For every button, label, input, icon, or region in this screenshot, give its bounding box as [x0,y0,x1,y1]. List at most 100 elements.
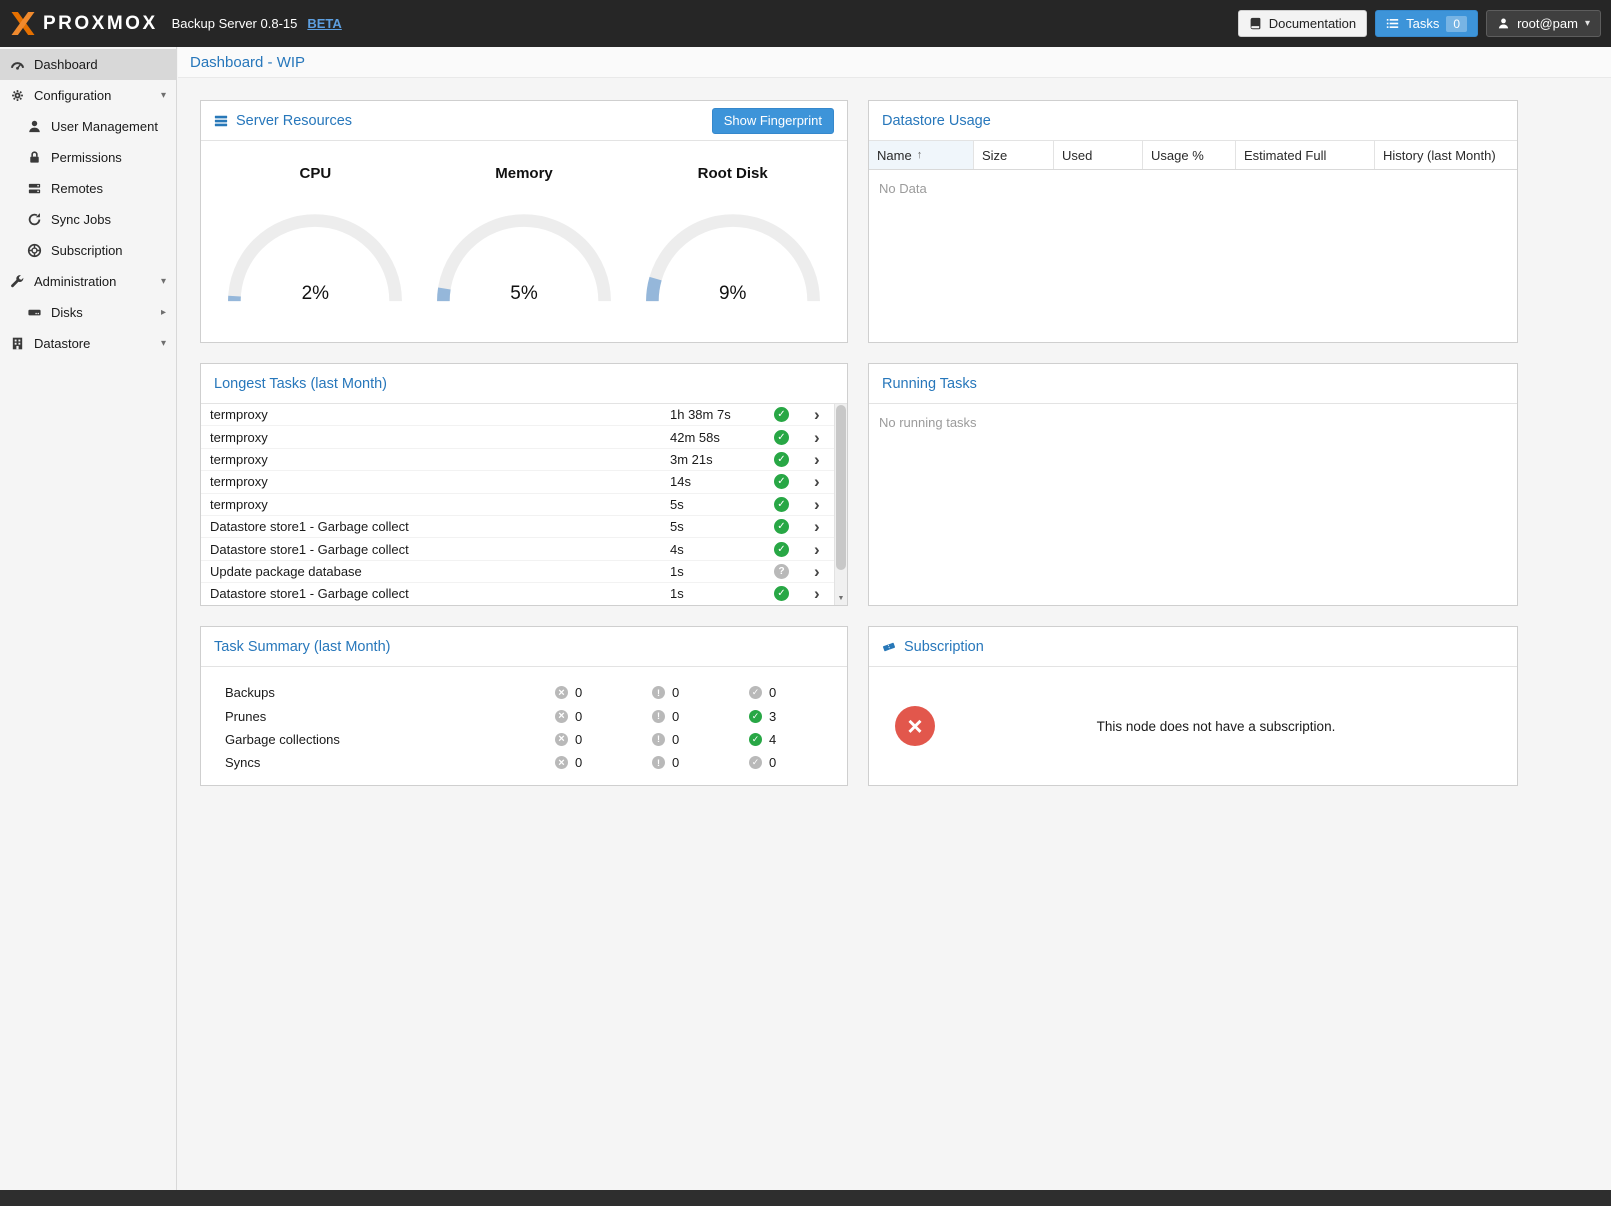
beta-link[interactable]: BETA [307,16,341,31]
warning-circle-icon [652,756,665,769]
gauge-label: CPU [300,165,332,182]
topbar: PROXMOX Backup Server 0.8-15 BETA Docume… [0,0,1611,47]
summary-label: Backups [225,685,555,700]
sidebar-item-sync-jobs[interactable]: Sync Jobs [0,204,176,235]
summary-row-syncs: Syncs 0 0 0 [225,751,847,774]
running-tasks-panel: Running Tasks No running tasks [868,363,1518,606]
scrollbar-thumb[interactable] [836,405,846,570]
warning-count: 0 [672,755,679,770]
sidebar-item-remotes[interactable]: Remotes [0,173,176,204]
memory-gauge: Memory 5% [420,151,629,342]
sidebar-item-label: Subscription [51,243,123,258]
longest-tasks-body: termproxy 1h 38m 7s › termproxy 42m 58s … [201,404,847,605]
warning-circle-icon [652,710,665,723]
column-header-history[interactable]: History (last Month) [1375,141,1517,169]
ok-count: 0 [769,755,776,770]
gauge-label: Memory [495,165,553,182]
user-icon [1497,17,1510,30]
ok-count: 0 [769,685,776,700]
datastore-table-header: Name ↑ Size Used Usage % Estimated Full … [869,141,1517,170]
column-header-estimated-full[interactable]: Estimated Full [1236,141,1375,169]
datastore-usage-header: Datastore Usage [869,101,1517,141]
warning-count: 0 [672,685,679,700]
server-icon [27,181,42,196]
error-count: 0 [575,732,582,747]
panel-title: Running Tasks [882,376,977,392]
ok-circle-icon [749,686,762,699]
tasks-button[interactable]: Tasks 0 [1375,10,1478,37]
column-header-usage-percent[interactable]: Usage % [1143,141,1236,169]
lock-icon [27,150,42,165]
status-ok-icon [774,497,789,512]
column-header-size[interactable]: Size [974,141,1054,169]
column-header-name[interactable]: Name ↑ [869,141,974,169]
subscription-header: Subscription [869,627,1517,667]
task-summary-body: Backups 0 0 0 Prunes 0 0 3 Garbage colle… [201,667,847,785]
task-duration: 1h 38m 7s [670,407,774,422]
sidebar-item-administration[interactable]: Administration ▾ [0,266,176,297]
column-header-used[interactable]: Used [1054,141,1143,169]
task-duration: 14s [670,474,774,489]
error-circle-icon [555,733,568,746]
refresh-icon [27,212,42,227]
wrench-icon [10,274,25,289]
subscription-body: × This node does not have a subscription… [869,667,1517,785]
status-ok-icon [774,586,789,601]
gauge-value: 2% [220,283,410,305]
sidebar-item-datastore[interactable]: Datastore ▾ [0,328,176,359]
sidebar-item-disks[interactable]: Disks ▸ [0,297,176,328]
dashboard-gauge-icon [10,57,25,72]
no-data-text: No Data [869,170,1517,207]
documentation-button[interactable]: Documentation [1238,10,1367,37]
summary-row-prunes: Prunes 0 0 3 [225,704,847,727]
bottom-bar [0,1190,1611,1206]
summary-row-garbage-collections: Garbage collections 0 0 4 [225,728,847,751]
error-count: 0 [575,685,582,700]
sidebar-item-configuration[interactable]: Configuration ▾ [0,80,176,111]
user-menu-button[interactable]: root@pam ▾ [1486,10,1601,37]
sidebar-item-subscription[interactable]: Subscription [0,235,176,266]
user-name: root@pam [1517,16,1578,31]
task-row[interactable]: termproxy 14s › [201,471,847,493]
sidebar: Dashboard Configuration ▾ User Managemen… [0,47,177,1190]
ok-circle-icon [749,710,762,723]
running-tasks-header: Running Tasks [869,364,1517,404]
resources-bars-icon [214,114,228,128]
show-fingerprint-button[interactable]: Show Fingerprint [712,108,834,134]
task-name: Update package database [210,564,670,579]
life-ring-icon [27,243,42,258]
task-row[interactable]: termproxy 42m 58s › [201,426,847,448]
sidebar-item-dashboard[interactable]: Dashboard [0,49,176,80]
summary-label: Syncs [225,755,555,770]
sidebar-item-user-management[interactable]: User Management [0,111,176,142]
task-row[interactable]: Update package database 1s › [201,561,847,583]
task-row[interactable]: Datastore store1 - Garbage collect 4s › [201,538,847,560]
task-list-icon [1386,17,1399,30]
task-row[interactable]: Datastore store1 - Garbage collect 5s › [201,516,847,538]
proxmox-x-icon [10,12,36,35]
task-row[interactable]: termproxy 5s › [201,494,847,516]
page-title: Dashboard - WIP [190,54,305,71]
sidebar-item-label: Administration [34,274,116,289]
sidebar-item-permissions[interactable]: Permissions [0,142,176,173]
chevron-down-icon: ▾ [161,276,166,287]
ticket-icon [882,640,896,654]
task-row[interactable]: termproxy 1h 38m 7s › [201,404,847,426]
page-header: Dashboard - WIP [178,47,1611,78]
scrollbar-down-arrow[interactable]: ▼ [835,591,847,605]
task-duration: 5s [670,497,774,512]
chevron-right-icon: ▸ [161,307,166,318]
scrollbar[interactable]: ▼ [834,404,847,605]
task-summary-header: Task Summary (last Month) [201,627,847,667]
task-summary-panel: Task Summary (last Month) Backups 0 0 0 … [200,626,848,786]
task-duration: 5s [670,519,774,534]
server-resources-header: Server Resources Show Fingerprint [201,101,847,141]
sort-ascending-icon: ↑ [917,149,923,161]
task-row[interactable]: termproxy 3m 21s › [201,449,847,471]
task-name: Datastore store1 - Garbage collect [210,519,670,534]
task-row[interactable]: Datastore store1 - Garbage collect 1s › [201,583,847,605]
tasks-count-badge: 0 [1446,16,1467,32]
main-content: Dashboard - WIP Server Resources Show Fi… [178,47,1611,1190]
panel-title: Longest Tasks (last Month) [214,376,387,392]
gauge-label: Root Disk [698,165,768,182]
